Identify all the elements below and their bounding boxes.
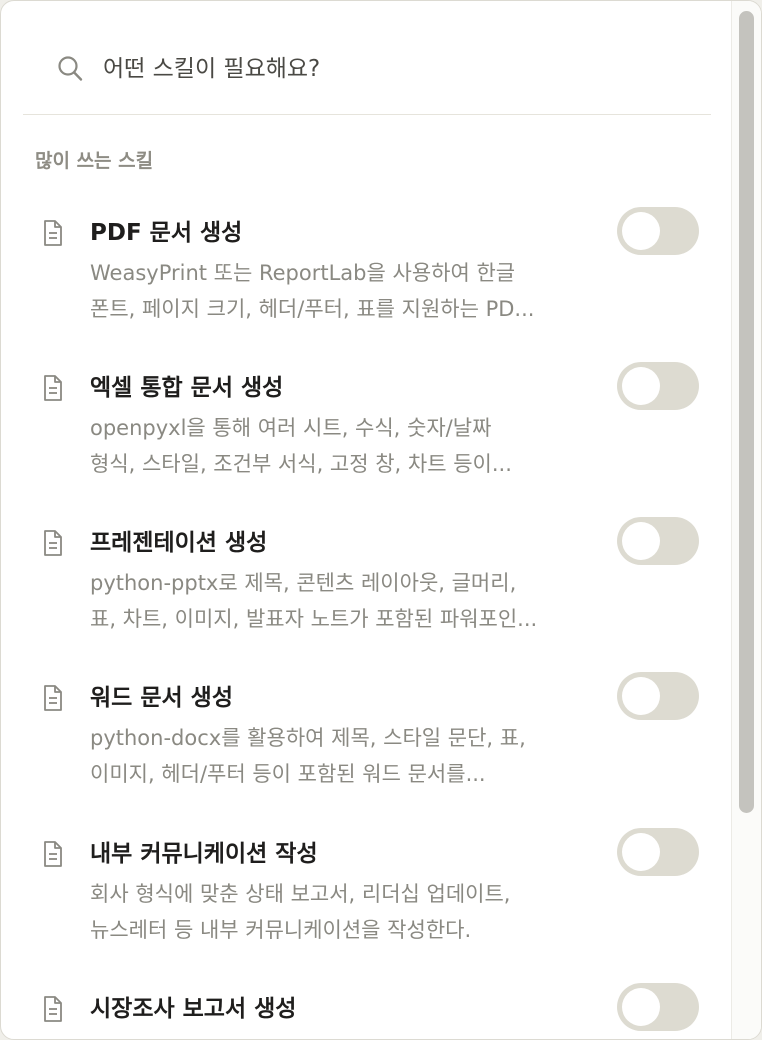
skill-item-word[interactable]: 워드 문서 생성 python-docx를 활용하여 제목, 스타일 문단, 표…	[1, 672, 731, 822]
toggle-knob	[622, 212, 660, 250]
skill-description: WeasyPrint 또는 ReportLab을 사용하여 한글 폰트, 페이지…	[90, 255, 600, 327]
document-icon	[44, 530, 62, 556]
scrollbar[interactable]	[731, 1, 761, 1039]
toggle-knob	[622, 367, 660, 405]
skill-description-line: 표, 차트, 이미지, 발표자 노트가 포함된 파워포인...	[90, 607, 538, 631]
skill-description-line: 형식, 스타일, 조건부 서식, 고정 창, 차트 등이...	[90, 452, 512, 476]
skill-item-presentation[interactable]: 프레젠테이션 생성 python-pptx로 제목, 콘텐츠 레이아웃, 글머리…	[1, 517, 731, 667]
document-icon	[44, 996, 62, 1022]
skill-item-pdf[interactable]: PDF 문서 생성 WeasyPrint 또는 ReportLab을 사용하여 …	[1, 207, 731, 357]
scrollbar-thumb[interactable]	[739, 11, 754, 813]
skill-toggle[interactable]	[617, 517, 699, 565]
toggle-knob	[622, 833, 660, 871]
skill-description-line: 뉴스레터 등 내부 커뮤니케이션을 작성한다.	[90, 918, 472, 942]
skill-item-internal-comms[interactable]: 내부 커뮤니케이션 작성 회사 형식에 맞춘 상태 보고서, 리더십 업데이트,…	[1, 828, 731, 978]
skill-title: 시장조사 보고서 생성	[90, 996, 297, 1022]
skill-toggle[interactable]	[617, 828, 699, 876]
skill-item-excel[interactable]: 엑셀 통합 문서 생성 openpyxl을 통해 여러 시트, 수식, 숫자/날…	[1, 362, 731, 512]
document-icon	[44, 220, 62, 246]
skill-title: 엑셀 통합 문서 생성	[90, 375, 284, 401]
skill-title: PDF 문서 생성	[90, 220, 243, 246]
skill-title: 내부 커뮤니케이션 작성	[90, 841, 318, 867]
skill-toggle[interactable]	[617, 672, 699, 720]
skill-description-line: 회사 형식에 맞춘 상태 보고서, 리더십 업데이트,	[90, 882, 511, 906]
skill-description-line: 이미지, 헤더/푸터 등이 포함된 워드 문서를...	[90, 762, 486, 786]
skill-toggle[interactable]	[617, 207, 699, 255]
skill-description-line: WeasyPrint 또는 ReportLab을 사용하여 한글	[90, 261, 516, 285]
skill-description: 회사 형식에 맞춘 상태 보고서, 리더십 업데이트, 뉴스레터 등 내부 커뮤…	[90, 876, 600, 948]
skill-toggle[interactable]	[617, 362, 699, 410]
toggle-knob	[622, 988, 660, 1026]
skills-picker-panel: 많이 쓰는 스킬 PDF 문서 생성 WeasyPrint 또는 ReportL…	[0, 0, 762, 1040]
toggle-knob	[622, 522, 660, 560]
skill-title: 프레젠테이션 생성	[90, 530, 268, 556]
document-icon	[44, 375, 62, 401]
skill-item-market-research[interactable]: 시장조사 보고서 생성	[1, 983, 731, 1039]
skill-description-line: python-docx를 활용하여 제목, 스타일 문단, 표,	[90, 726, 526, 750]
skill-description-line: 폰트, 페이지 크기, 헤더/푸터, 표를 지원하는 PD...	[90, 297, 535, 321]
skill-description: openpyxl을 통해 여러 시트, 수식, 숫자/날짜 형식, 스타일, 조…	[90, 410, 600, 482]
skill-toggle[interactable]	[617, 983, 699, 1031]
skill-description-line: openpyxl을 통해 여러 시트, 수식, 숫자/날짜	[90, 416, 492, 440]
toggle-knob	[622, 677, 660, 715]
skill-list: PDF 문서 생성 WeasyPrint 또는 ReportLab을 사용하여 …	[1, 1, 731, 1039]
document-icon	[44, 685, 62, 711]
skill-title: 워드 문서 생성	[90, 685, 233, 711]
skill-description: python-pptx로 제목, 콘텐츠 레이아웃, 글머리, 표, 차트, 이…	[90, 565, 600, 637]
skill-description-line: python-pptx로 제목, 콘텐츠 레이아웃, 글머리,	[90, 571, 517, 595]
skill-description: python-docx를 활용하여 제목, 스타일 문단, 표, 이미지, 헤더…	[90, 720, 600, 792]
document-icon	[44, 841, 62, 867]
